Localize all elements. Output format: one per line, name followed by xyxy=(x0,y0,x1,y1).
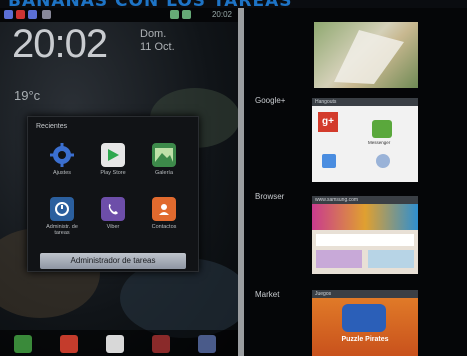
recent-apps-dialog: Recientes Ajustes Play Store Galería Adm… xyxy=(27,116,199,272)
section-label-market: Market xyxy=(255,290,280,299)
home-dock xyxy=(0,330,238,356)
viber-icon xyxy=(101,197,125,221)
messages-icon[interactable] xyxy=(60,335,78,353)
banner-text: BANANAS CON LOS TAREAS xyxy=(8,0,293,8)
circles-icon xyxy=(376,154,390,168)
recent-app-gallery[interactable]: Galería xyxy=(140,143,188,176)
section-label-browser: Browser xyxy=(255,192,285,201)
gear-icon xyxy=(50,143,74,167)
web-content xyxy=(316,250,362,268)
market-banner-text: Puzzle Pirates xyxy=(341,336,389,343)
card-body: Puzzle Pirates xyxy=(312,298,418,356)
battery-icon xyxy=(182,10,191,19)
card-header: Hangouts xyxy=(312,98,418,106)
status-bar: 20:02 xyxy=(0,8,238,22)
usb-icon xyxy=(42,10,51,19)
web-banner xyxy=(312,204,418,230)
app-label: Viber xyxy=(106,224,120,230)
task-manager-button[interactable]: Administrador de tareas xyxy=(40,253,186,269)
clock-day: Dom. xyxy=(140,28,167,40)
card-header: www.samsung.com xyxy=(312,196,418,204)
recent-task-google-plus[interactable]: Hangouts g+ Messenger xyxy=(312,98,418,182)
google-icon[interactable] xyxy=(106,335,124,353)
recent-task-browser[interactable]: www.samsung.com xyxy=(312,196,418,274)
recent-task-thumbnail[interactable] xyxy=(314,22,418,88)
weather-temperature: 19°c xyxy=(14,88,41,103)
web-content xyxy=(368,250,414,268)
status-time: 20:02 xyxy=(211,10,232,19)
contacts-icon xyxy=(152,197,176,221)
card-body xyxy=(312,204,418,274)
clock-widget[interactable]: 20:02 xyxy=(12,22,108,67)
right-phone-screen: Google+ Hangouts g+ Messenger Browser ww… xyxy=(244,8,467,356)
messenger-icon xyxy=(372,120,392,138)
card-body: g+ Messenger xyxy=(312,106,418,182)
left-phone-screen: 20:02 20:02 Dom. 11 Oct. 19°c Recientes … xyxy=(0,8,238,356)
notification-icon xyxy=(16,10,25,19)
clock-date: Dom. 11 Oct. xyxy=(140,28,175,54)
app-label: Administr. de tareas xyxy=(46,224,78,236)
card-header: Juegos xyxy=(312,290,418,298)
recent-app-task-manager[interactable]: Administr. de tareas xyxy=(38,197,86,236)
recent-app-viber[interactable]: Viber xyxy=(89,197,137,230)
phone-icon[interactable] xyxy=(14,335,32,353)
notification-icon xyxy=(4,10,13,19)
recent-app-contacts[interactable]: Contactos xyxy=(140,197,188,230)
game-logo-icon xyxy=(342,304,386,332)
app-label: Contactos xyxy=(151,224,177,230)
recent-app-play-store[interactable]: Play Store xyxy=(89,143,137,176)
dialog-title: Recientes xyxy=(36,123,68,130)
magazine-banner: BANANAS CON LOS TAREAS xyxy=(0,0,467,8)
clock-date-value: 11 Oct. xyxy=(140,41,175,53)
apps-icon[interactable] xyxy=(198,335,216,353)
recent-app-settings[interactable]: Ajustes xyxy=(38,143,86,176)
task-manager-icon xyxy=(50,197,74,221)
google-plus-icon: g+ xyxy=(318,112,338,132)
gallery-icon xyxy=(152,143,176,167)
play-store-icon xyxy=(101,143,125,167)
app-label: Galería xyxy=(154,170,174,176)
app-label: Play Store xyxy=(100,170,126,176)
browser-icon[interactable] xyxy=(152,335,170,353)
signal-icon xyxy=(170,10,179,19)
section-label-google-plus: Google+ xyxy=(255,96,286,105)
web-content xyxy=(316,234,414,246)
notification-icon xyxy=(28,10,37,19)
recent-task-market[interactable]: Juegos Puzzle Pirates xyxy=(312,290,418,356)
photos-icon xyxy=(322,154,336,168)
app-label: Ajustes xyxy=(52,170,72,176)
card-app-label: Messenger xyxy=(368,140,391,145)
